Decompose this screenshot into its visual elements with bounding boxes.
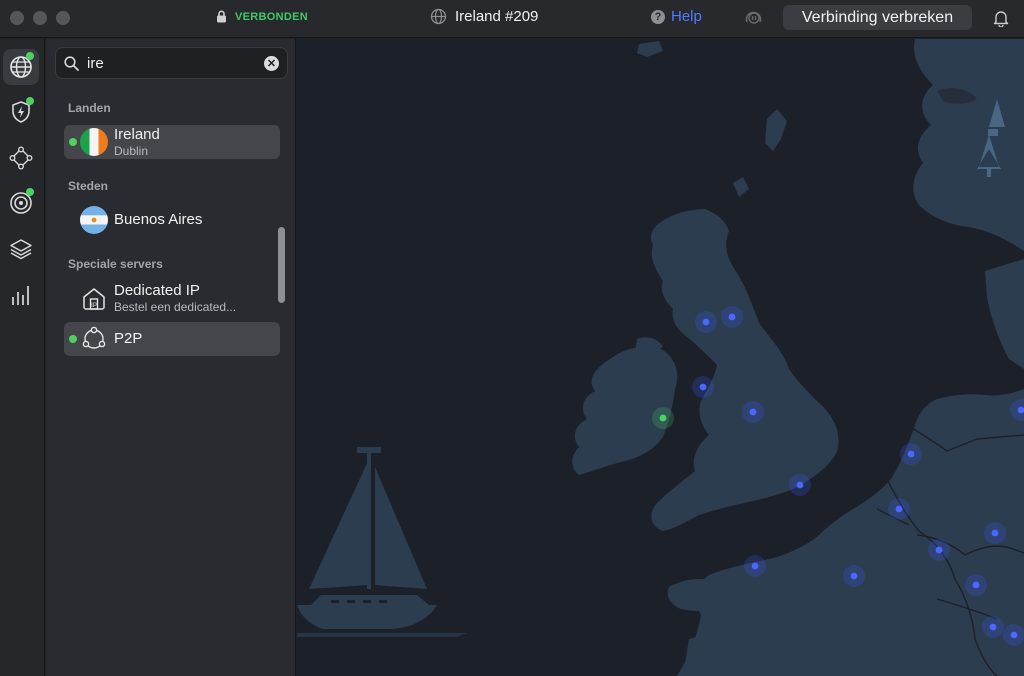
result-p2p[interactable]: P2P	[64, 322, 280, 356]
argentina-flag-icon	[80, 206, 108, 234]
connection-status: VERBONDEN	[216, 10, 308, 23]
search-box[interactable]: ire ✕	[55, 47, 288, 79]
layers-icon	[10, 239, 32, 260]
p2p-icon	[80, 325, 108, 353]
search-icon	[64, 55, 79, 71]
help-link[interactable]: ? Help	[651, 8, 702, 25]
rail-stats-button[interactable]	[3, 277, 39, 313]
server-marker	[789, 474, 811, 496]
results-scrollbar[interactable]	[278, 227, 285, 303]
globe-small-icon	[430, 8, 447, 25]
bell-icon[interactable]	[993, 9, 1009, 27]
house-icon: IP	[80, 285, 108, 313]
server-map[interactable]	[297, 39, 1024, 676]
window-zoom-button[interactable]	[56, 11, 70, 25]
question-icon: ?	[651, 9, 665, 24]
server-marker	[982, 616, 1004, 638]
rail-status-dot	[26, 188, 34, 196]
lock-icon	[217, 10, 226, 23]
title-bar: VERBONDEN Ireland #209 ? Help Verbinding…	[0, 0, 1024, 38]
section-countries: Landen	[68, 101, 111, 115]
window-minimize-button[interactable]	[33, 11, 47, 25]
rail-status-dot	[26, 52, 34, 60]
disconnect-button[interactable]: Verbinding verbreken	[783, 5, 972, 30]
server-marker	[928, 539, 950, 561]
current-server: Ireland #209	[430, 8, 538, 25]
connection-status-label: VERBONDEN	[235, 10, 308, 23]
pause-icon[interactable]	[744, 9, 764, 27]
rail-meshnet-button[interactable]	[3, 140, 39, 176]
help-label: Help	[671, 8, 702, 25]
result-title: Dedicated IP	[114, 282, 200, 299]
result-subtitle: Bestel een dedicated...	[114, 300, 237, 314]
connected-dot	[69, 138, 77, 146]
rail-threat-protection-button[interactable]	[3, 94, 39, 130]
land-scandinavia	[913, 39, 1024, 251]
result-title: Buenos Aires	[114, 211, 203, 228]
server-marker	[900, 443, 922, 465]
search-input[interactable]: ire	[87, 55, 264, 72]
clear-search-icon[interactable]: ✕	[264, 55, 279, 71]
result-subtitle: Dublin	[114, 144, 149, 158]
window-close-button[interactable]	[10, 11, 24, 25]
rail-dark-web-monitor-button[interactable]	[3, 185, 39, 221]
rail-specialty-servers-button[interactable]	[3, 231, 39, 267]
svg-text:IP: IP	[91, 303, 97, 309]
server-marker	[1003, 624, 1024, 646]
meshnet-icon	[9, 146, 33, 170]
result-dedicated-ip[interactable]: IP Dedicated IP Bestel een dedicated...	[64, 281, 280, 317]
server-marker	[695, 311, 717, 333]
server-marker	[742, 401, 764, 423]
server-marker	[965, 574, 987, 596]
nav-rail	[0, 39, 45, 676]
result-ireland[interactable]: Ireland Dublin	[64, 125, 280, 159]
section-cities: Steden	[68, 179, 109, 193]
result-title: P2P	[114, 330, 143, 347]
connected-dot	[69, 335, 77, 343]
rail-globe-button[interactable]	[3, 49, 39, 85]
result-title: Ireland	[114, 126, 160, 143]
europe-map	[297, 39, 1024, 676]
server-marker	[692, 376, 714, 398]
section-special-servers: Speciale servers	[68, 257, 163, 271]
current-server-label: Ireland #209	[455, 8, 539, 25]
ireland-flag-icon	[80, 128, 108, 156]
server-marker	[843, 565, 865, 587]
sailboat-decoration	[297, 447, 467, 637]
stats-icon	[12, 286, 29, 305]
server-marker-connected	[652, 407, 674, 429]
server-marker	[888, 498, 910, 520]
server-marker	[984, 522, 1006, 544]
server-marker	[721, 306, 743, 328]
rail-status-dot	[26, 97, 34, 105]
server-marker	[744, 555, 766, 577]
land-scandinavia-east	[985, 259, 1024, 369]
search-panel: ire ✕ Landen Ireland Dublin Steden Bueno…	[46, 39, 296, 676]
result-buenos-aires[interactable]: Buenos Aires	[64, 203, 280, 237]
